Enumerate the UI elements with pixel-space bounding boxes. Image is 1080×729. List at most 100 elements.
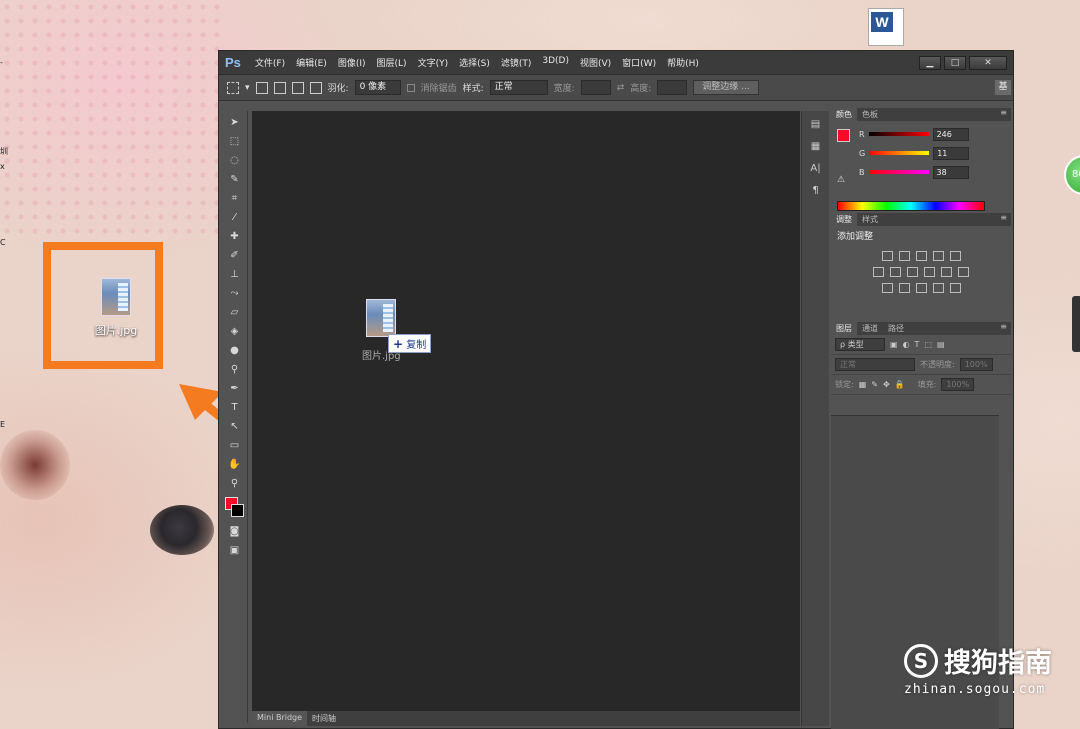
height-input[interactable] xyxy=(657,80,688,95)
lock-paint-icon[interactable]: ✎ xyxy=(871,380,878,389)
menu-image[interactable]: 图像(I) xyxy=(338,56,366,69)
lasso-tool-icon[interactable]: ◌ xyxy=(226,154,244,168)
background-color-swatch[interactable] xyxy=(230,504,244,517)
marquee-tool-icon[interactable]: ⬚ xyxy=(226,135,244,149)
character-panel-icon[interactable]: A| xyxy=(809,163,823,177)
path-select-tool-icon[interactable]: ↖ xyxy=(226,420,244,434)
channel-g-input[interactable]: 11 xyxy=(933,146,970,160)
brightness-icon[interactable] xyxy=(881,251,893,261)
lock-all-icon[interactable]: 🔒 xyxy=(895,380,905,389)
refine-edge-button[interactable]: 调整边缘 ... xyxy=(693,80,759,95)
foreground-color-swatch[interactable] xyxy=(837,129,850,142)
paint-bucket-tool-icon[interactable]: ◈ xyxy=(226,325,244,339)
lock-position-icon[interactable]: ✥ xyxy=(883,380,890,389)
eraser-tool-icon[interactable]: ▱ xyxy=(226,306,244,320)
color-lookup-icon[interactable] xyxy=(958,267,969,277)
menu-view[interactable]: 视图(V) xyxy=(580,56,611,69)
menu-type[interactable]: 文字(Y) xyxy=(418,56,449,69)
channel-b-slider[interactable] xyxy=(868,170,929,174)
color-spectrum[interactable] xyxy=(837,201,985,211)
tab-adjustments[interactable]: 调整 xyxy=(831,213,857,226)
pen-tool-icon[interactable]: ✒ xyxy=(226,382,244,396)
filter-smart-icon[interactable]: ▤ xyxy=(937,340,945,349)
maximize-button[interactable]: □ xyxy=(944,55,966,70)
curves-icon[interactable] xyxy=(915,251,927,261)
tab-swatches[interactable]: 色板 xyxy=(857,108,883,121)
style-select[interactable]: 正常 xyxy=(489,80,548,95)
intersect-selection-icon[interactable] xyxy=(309,81,322,94)
color-balance-icon[interactable] xyxy=(890,267,901,277)
channel-r-slider[interactable] xyxy=(868,132,929,136)
dodge-tool-icon[interactable]: ⚲ xyxy=(226,363,244,377)
layer-kind-filter[interactable]: ρ 类型 xyxy=(835,338,885,351)
filter-type-icon[interactable]: T xyxy=(915,340,920,349)
paragraph-panel-icon[interactable]: ¶ xyxy=(809,185,823,199)
menu-select[interactable]: 选择(S) xyxy=(459,56,490,69)
hand-tool-icon[interactable]: ✋ xyxy=(226,458,244,472)
swap-icon[interactable]: ⇄ xyxy=(617,83,625,93)
workspace-button[interactable]: 基 xyxy=(995,80,1011,95)
fill-input[interactable]: 100% xyxy=(941,378,975,391)
actions-panel-icon[interactable]: ▦ xyxy=(809,141,823,155)
color-swatches[interactable] xyxy=(224,497,246,519)
history-brush-tool-icon[interactable]: ⤳ xyxy=(226,287,244,301)
exposure-icon[interactable] xyxy=(932,251,944,261)
channel-b-input[interactable]: 38 xyxy=(932,165,969,179)
document-canvas-area[interactable]: 图片.jpg + 复制 xyxy=(252,111,800,711)
history-panel-icon[interactable]: ▤ xyxy=(809,119,823,133)
minimize-button[interactable]: ▁ xyxy=(919,55,941,70)
channel-r-input[interactable]: 246 xyxy=(932,127,969,141)
menu-window[interactable]: 窗口(W) xyxy=(622,56,656,69)
move-tool-icon[interactable]: ➤ xyxy=(226,116,244,130)
add-selection-icon[interactable] xyxy=(273,81,286,94)
clone-stamp-tool-icon[interactable]: ⊥ xyxy=(226,268,244,282)
selective-color-icon[interactable] xyxy=(949,283,961,293)
gradient-map-icon[interactable] xyxy=(932,283,944,293)
menu-edit[interactable]: 编辑(E) xyxy=(296,56,327,69)
tab-color[interactable]: 颜色 xyxy=(831,108,857,121)
threshold-icon[interactable] xyxy=(915,283,927,293)
channel-g-slider[interactable] xyxy=(869,151,930,155)
hue-saturation-icon[interactable] xyxy=(873,267,884,277)
tab-layers[interactable]: 图层 xyxy=(831,322,857,335)
filter-image-icon[interactable]: ▣ xyxy=(890,340,898,349)
antialias-checkbox[interactable] xyxy=(406,83,415,92)
crop-tool-icon[interactable]: ⌗ xyxy=(226,192,244,206)
blur-tool-icon[interactable]: ● xyxy=(226,344,244,358)
chevron-down-icon[interactable]: ▾ xyxy=(245,83,250,93)
panel-menu-icon[interactable]: ≡ xyxy=(996,322,1011,335)
tab-mini-bridge[interactable]: Mini Bridge xyxy=(252,711,308,726)
word-document-icon[interactable]: W xyxy=(868,8,904,46)
invert-icon[interactable] xyxy=(881,283,893,293)
new-selection-icon[interactable] xyxy=(255,81,268,94)
black-white-icon[interactable] xyxy=(907,267,918,277)
menu-file[interactable]: 文件(F) xyxy=(255,56,285,69)
photo-filter-icon[interactable] xyxy=(924,267,935,277)
opacity-input[interactable]: 100% xyxy=(959,358,993,371)
eyedropper-tool-icon[interactable]: ⁄ xyxy=(226,211,244,225)
tab-timeline[interactable]: 时间轴 xyxy=(307,711,341,726)
vibrance-icon[interactable] xyxy=(949,251,961,261)
marquee-tool-icon[interactable] xyxy=(227,81,239,94)
levels-icon[interactable] xyxy=(898,251,910,261)
filter-shape-icon[interactable]: ⬚ xyxy=(924,340,932,349)
zoom-tool-icon[interactable]: ⚲ xyxy=(226,477,244,491)
tab-paths[interactable]: 路径 xyxy=(883,322,909,335)
menu-3d[interactable]: 3D(D) xyxy=(542,56,569,69)
width-input[interactable] xyxy=(580,80,611,95)
brush-tool-icon[interactable]: ✐ xyxy=(226,249,244,263)
close-button[interactable]: ✕ xyxy=(969,55,1007,70)
menu-layer[interactable]: 图层(L) xyxy=(377,56,407,69)
filter-adjust-icon[interactable]: ◐ xyxy=(903,340,910,349)
blend-mode-select[interactable]: 正常 xyxy=(835,358,915,371)
tab-channels[interactable]: 通道 xyxy=(857,322,883,335)
posterize-icon[interactable] xyxy=(898,283,910,293)
quick-select-tool-icon[interactable]: ✎ xyxy=(226,173,244,187)
quick-mask-icon[interactable]: ◙ xyxy=(226,525,244,539)
shape-tool-icon[interactable]: ▭ xyxy=(226,439,244,453)
menu-help[interactable]: 帮助(H) xyxy=(667,56,699,69)
panel-menu-icon[interactable]: ≡ xyxy=(996,108,1011,121)
feather-input[interactable]: 0 像素 xyxy=(354,80,401,95)
menu-filter[interactable]: 滤镜(T) xyxy=(501,56,532,69)
subtract-selection-icon[interactable] xyxy=(291,81,304,94)
